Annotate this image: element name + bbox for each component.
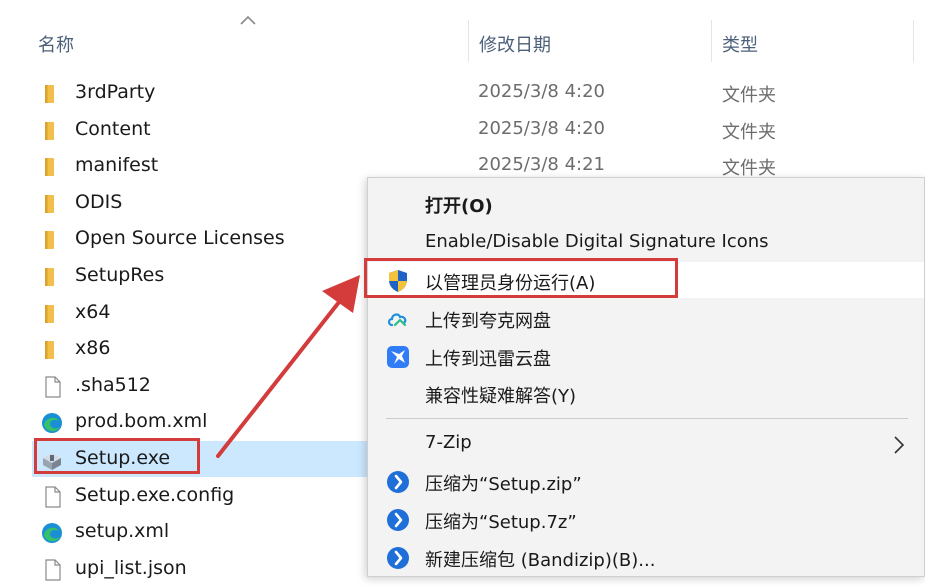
file-row[interactable]: 3rdParty 2025/3/8 4:20 文件夹 xyxy=(0,75,925,111)
menu-item-7zip[interactable]: 7-Zip xyxy=(368,425,924,461)
folder-icon xyxy=(40,229,64,251)
file-icon xyxy=(40,559,64,581)
folder-icon xyxy=(40,83,64,105)
sort-ascending-caret-icon[interactable] xyxy=(238,12,258,28)
edge-icon xyxy=(40,412,64,434)
file-row[interactable]: Content 2025/3/8 4:20 文件夹 xyxy=(0,112,925,148)
file-name: Content xyxy=(75,117,151,140)
file-name: setup.xml xyxy=(75,520,170,543)
file-name: upi_list.json xyxy=(75,556,187,579)
menu-item-compat-troubleshoot[interactable]: 兼容性疑难解答(Y) xyxy=(368,375,924,411)
bandizip-icon xyxy=(387,509,409,531)
column-header-type[interactable]: 类型 xyxy=(722,31,758,57)
column-header-bar: 名称 修改日期 类型 xyxy=(0,0,925,72)
file-name: Setup.exe.config xyxy=(75,483,235,506)
folder-icon xyxy=(40,339,64,361)
file-name: SetupRes xyxy=(75,264,165,286)
menu-item-compress-zip[interactable]: 压缩为“Setup.zip” xyxy=(368,463,924,499)
folder-icon xyxy=(40,193,64,215)
file-name: manifest xyxy=(75,154,159,177)
file-type: 文件夹 xyxy=(722,85,776,106)
file-name: x64 xyxy=(75,300,111,323)
menu-item-compress-7z[interactable]: 压缩为“Setup.7z” xyxy=(368,501,924,537)
file-name: prod.bom.xml xyxy=(75,410,208,433)
edge-icon xyxy=(40,522,64,544)
file-modified-date: 2025/3/8 4:20 xyxy=(478,81,605,102)
column-header-name[interactable]: 名称 xyxy=(38,31,74,57)
file-type: 文件夹 xyxy=(722,121,776,143)
annotation-highlight-setup-exe xyxy=(34,438,200,474)
file-name: x86 xyxy=(75,337,111,360)
column-divider[interactable] xyxy=(913,20,914,62)
column-divider[interactable] xyxy=(711,20,712,62)
folder-icon xyxy=(40,266,64,288)
file-icon xyxy=(40,485,64,508)
bandizip-icon xyxy=(387,471,409,493)
file-modified-date: 2025/3/8 4:20 xyxy=(478,117,605,139)
menu-item-digital-signature[interactable]: Enable/Disable Digital Signature Icons xyxy=(368,224,924,260)
quark-cloud-icon xyxy=(387,313,407,327)
file-name: ODIS xyxy=(75,190,123,213)
menu-item-bandizip-new[interactable]: 新建压缩包 (Bandizip)(B)... xyxy=(368,539,924,575)
submenu-chevron-right-icon xyxy=(894,436,905,454)
bandizip-icon xyxy=(387,547,409,569)
annotation-highlight-run-as-admin xyxy=(364,258,678,298)
file-modified-date: 2025/3/8 4:21 xyxy=(478,154,605,176)
context-menu: 打开(O) Enable/Disable Digital Signature I… xyxy=(367,177,925,577)
column-divider[interactable] xyxy=(468,20,469,62)
file-name: .sha512 xyxy=(75,373,151,396)
folder-icon xyxy=(40,120,64,142)
menu-item-upload-quark[interactable]: 上传到夸克网盘 xyxy=(368,300,924,336)
column-header-modified[interactable]: 修改日期 xyxy=(479,31,551,57)
file-name: 3rdParty xyxy=(75,81,156,103)
menu-item-open[interactable]: 打开(O) xyxy=(368,185,924,221)
menu-item-upload-xunlei[interactable]: 上传到迅雷云盘 xyxy=(368,338,924,374)
file-icon xyxy=(40,376,64,398)
folder-icon xyxy=(40,303,64,325)
xunlei-bird-icon xyxy=(387,346,409,368)
folder-icon xyxy=(40,156,64,178)
menu-separator xyxy=(386,418,908,419)
file-name: Open Source Licenses xyxy=(75,227,285,250)
